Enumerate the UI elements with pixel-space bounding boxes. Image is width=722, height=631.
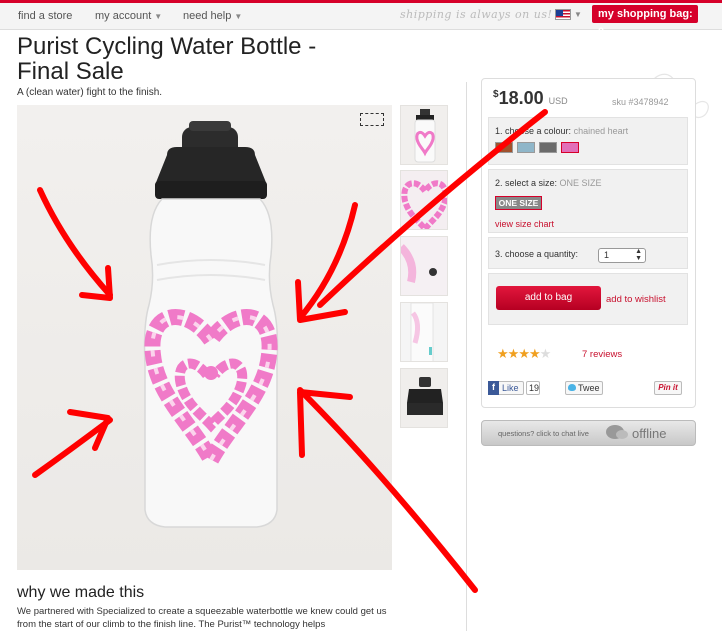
water-bottle-image	[143, 121, 279, 528]
thumbnail-5[interactable]	[400, 368, 448, 428]
star-icon: ★	[539, 346, 552, 361]
facebook-like-button[interactable]: f Like	[488, 381, 524, 395]
quantity-select[interactable]: 1 ▲ ▼	[598, 248, 646, 263]
thumbnail-2[interactable]	[400, 170, 448, 230]
star-icon: ★	[528, 346, 541, 361]
swatch-2[interactable]	[517, 142, 535, 153]
chevron-down-icon: ▼	[154, 12, 163, 21]
add-to-bag-button[interactable]: add to bag	[496, 286, 601, 310]
side-view-thumbnail-image	[401, 237, 447, 295]
swatch-1[interactable]	[495, 142, 513, 153]
why-heading: why we made this	[17, 584, 145, 601]
rating-stars[interactable]: ★★★★★	[497, 346, 552, 362]
size-label: 2. select a size: ONE SIZE	[495, 178, 602, 188]
why-description: We partnered with Specialized to create …	[17, 606, 387, 630]
tweet-button[interactable]: Twee	[565, 381, 603, 395]
nozzle-thumbnail-image	[401, 303, 447, 361]
my-account-menu[interactable]: my account ▼	[95, 10, 162, 22]
swatch-3[interactable]	[539, 142, 557, 153]
reviews-link[interactable]: 7 reviews	[582, 349, 622, 360]
shipping-banner: shipping is always on us!	[400, 8, 553, 21]
pin-it-button[interactable]: Pin it	[654, 381, 682, 395]
price: $18.00 USD	[493, 88, 568, 108]
add-to-bag-section: add to bag add to wishlist	[488, 273, 688, 325]
page-title: Purist Cycling Water Bottle - Final Sale	[17, 33, 317, 85]
bottle-thumbnail-image	[414, 109, 436, 163]
cap-thumbnail-image	[401, 369, 447, 427]
column-divider	[466, 82, 467, 631]
product-subtitle: A (clean water) fight to the finish.	[17, 87, 163, 98]
quantity-label: 3. choose a quantity:	[495, 249, 579, 259]
swatch-4-selected[interactable]	[561, 142, 579, 153]
twitter-bird-icon	[568, 384, 576, 391]
quantity-selector: 3. choose a quantity: 1 ▲ ▼	[488, 237, 688, 269]
find-store-link[interactable]: find a store	[18, 10, 72, 22]
thumbnail-3[interactable]	[400, 236, 448, 296]
size-selector: 2. select a size: ONE SIZE ONE SIZE view…	[488, 169, 688, 233]
chevron-down-icon[interactable]: ▼	[574, 10, 582, 19]
like-count: 19	[526, 381, 540, 395]
chevron-down-icon: ▼	[234, 12, 243, 21]
star-icon: ★	[518, 346, 530, 361]
colour-label: 1. choose a colour: chained heart	[495, 126, 629, 136]
chat-bubble-small-icon	[616, 430, 628, 439]
add-to-wishlist-link[interactable]: add to wishlist	[606, 294, 666, 305]
need-help-menu[interactable]: need help ▼	[183, 10, 242, 22]
shopping-bag-button[interactable]: my shopping bag: 0	[592, 5, 698, 38]
zoom-icon[interactable]	[360, 113, 384, 126]
thumbnail-4[interactable]	[400, 302, 448, 362]
chat-status: offline	[632, 426, 667, 441]
colour-selector: 1. choose a colour: chained heart	[488, 117, 688, 165]
live-chat-button[interactable]: questions? click to chat live offline	[481, 420, 696, 446]
thumbnail-1[interactable]	[400, 105, 448, 165]
chat-question: questions? click to chat live	[498, 429, 589, 438]
star-icon: ★	[507, 346, 520, 361]
sku-number: sku #3478942	[612, 97, 669, 107]
main-product-image[interactable]	[17, 105, 392, 570]
size-chart-link[interactable]: view size chart	[495, 219, 554, 229]
us-flag-icon[interactable]	[555, 9, 571, 20]
star-icon: ★	[497, 346, 509, 361]
select-arrows-icon: ▲ ▼	[635, 248, 642, 262]
heart-closeup-thumbnail-image	[401, 171, 447, 229]
facebook-icon: f	[488, 381, 499, 395]
size-one-size-button[interactable]: ONE SIZE	[495, 196, 542, 210]
